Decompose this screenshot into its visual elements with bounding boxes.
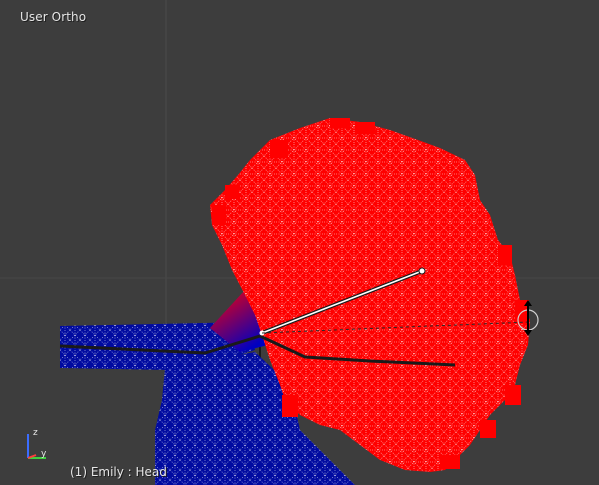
view-mode-label: User Ortho	[20, 10, 87, 24]
axis-z-label: z	[33, 428, 38, 438]
3d-viewport[interactable]: z y User Ortho (1) Emily : Head	[0, 0, 599, 485]
axis-y-label: y	[41, 449, 47, 459]
axis-gizmo: z y	[27, 428, 47, 459]
active-object-label: (1) Emily : Head	[70, 465, 167, 479]
